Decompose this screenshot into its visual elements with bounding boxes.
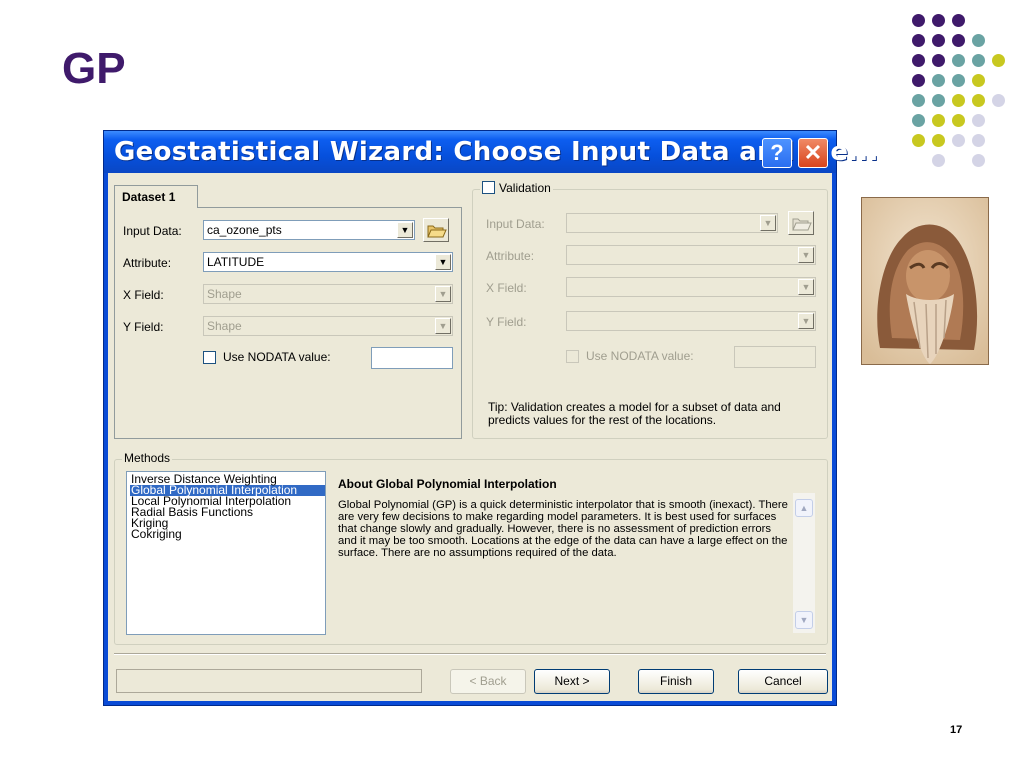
title-bar[interactable]: Geostatistical Wizard: Choose Input Data… [104,131,878,173]
use-nodata-checkbox[interactable] [203,351,216,364]
validation-y-field-combo: ▼ [566,311,816,331]
validation-input-data-label: Input Data: [486,217,545,231]
nodata-value-input[interactable] [371,347,453,369]
scroll-up-icon[interactable]: ▲ [795,499,813,517]
methods-legend: Methods [122,451,173,465]
validation-y-field-label: Y Field: [486,315,527,329]
use-nodata-label: Use NODATA value: [223,350,331,364]
validation-use-nodata-label: Use NODATA value: [586,349,694,363]
chevron-down-icon[interactable]: ▼ [435,254,451,270]
validation-nodata-input [734,346,816,368]
open-folder-icon [427,225,447,238]
input-data-label: Input Data: [123,224,182,238]
tab-dataset-1[interactable]: Dataset 1 [114,185,198,208]
validation-attribute-combo: ▼ [566,245,816,265]
status-box [116,669,422,693]
input-data-value: ca_ozone_pts [207,223,282,237]
dataset-tab-panel: Input Data: ca_ozone_pts ▼ Attribute: LA… [114,207,462,439]
chevron-down-icon: ▼ [798,247,814,263]
input-data-combo[interactable]: ca_ozone_pts ▼ [203,220,415,240]
chevron-down-icon: ▼ [435,286,451,302]
back-button[interactable]: < Back [450,669,526,694]
method-item-cokriging[interactable]: Cokriging [130,528,325,540]
next-button[interactable]: Next > [534,669,610,694]
wizard-portrait-image [861,197,989,365]
methods-list[interactable]: Inverse Distance Weighting Global Polyno… [126,471,326,635]
validation-browse-button [788,211,814,235]
help-button[interactable]: ? [762,138,792,168]
slide-title: GP [62,44,126,93]
button-separator [114,653,826,655]
page-number: 17 [950,724,963,736]
about-method-title: About Global Polynomial Interpolation [338,477,557,491]
attribute-label: Attribute: [123,256,172,270]
chevron-down-icon: ▼ [760,215,776,231]
validation-use-nodata-checkbox [566,350,579,363]
attribute-value: LATITUDE [207,255,265,269]
validation-attribute-label: Attribute: [486,249,535,263]
open-folder-icon [792,218,812,231]
geostatistical-wizard-dialog: Geostatistical Wizard: Choose Input Data… [103,130,878,706]
y-field-combo: Shape ▼ [203,316,453,336]
x-field-combo: Shape ▼ [203,284,453,304]
finish-button[interactable]: Finish [638,669,714,694]
dialog-client-area: Dataset 1 Input Data: ca_ozone_pts ▼ Att… [108,173,832,701]
validation-legend: Validation [480,181,553,195]
chevron-down-icon: ▼ [798,313,814,329]
validation-checkbox[interactable] [482,181,495,194]
browse-folder-button[interactable] [423,218,449,242]
validation-input-data-combo: ▼ [566,213,778,233]
cancel-button[interactable]: Cancel [738,669,828,694]
y-field-label: Y Field: [123,320,164,334]
validation-x-field-combo: ▼ [566,277,816,297]
scroll-down-icon[interactable]: ▼ [795,611,813,629]
validation-x-field-label: X Field: [486,281,527,295]
chevron-down-icon[interactable]: ▼ [397,222,413,238]
validation-tip: Tip: Validation creates a model for a su… [488,400,781,427]
about-scrollbar[interactable]: ▲ ▼ [793,493,815,633]
chevron-down-icon: ▼ [798,279,814,295]
attribute-combo[interactable]: LATITUDE ▼ [203,252,453,272]
validation-title: Validation [499,181,551,195]
x-field-value: Shape [207,287,242,301]
close-button[interactable]: ✕ [798,138,828,168]
x-field-label: X Field: [123,288,164,302]
decorative-dot-grid [912,14,1012,167]
y-field-value: Shape [207,319,242,333]
chevron-down-icon: ▼ [435,318,451,334]
about-method-text: Global Polynomial (GP) is a quick determ… [338,499,788,559]
